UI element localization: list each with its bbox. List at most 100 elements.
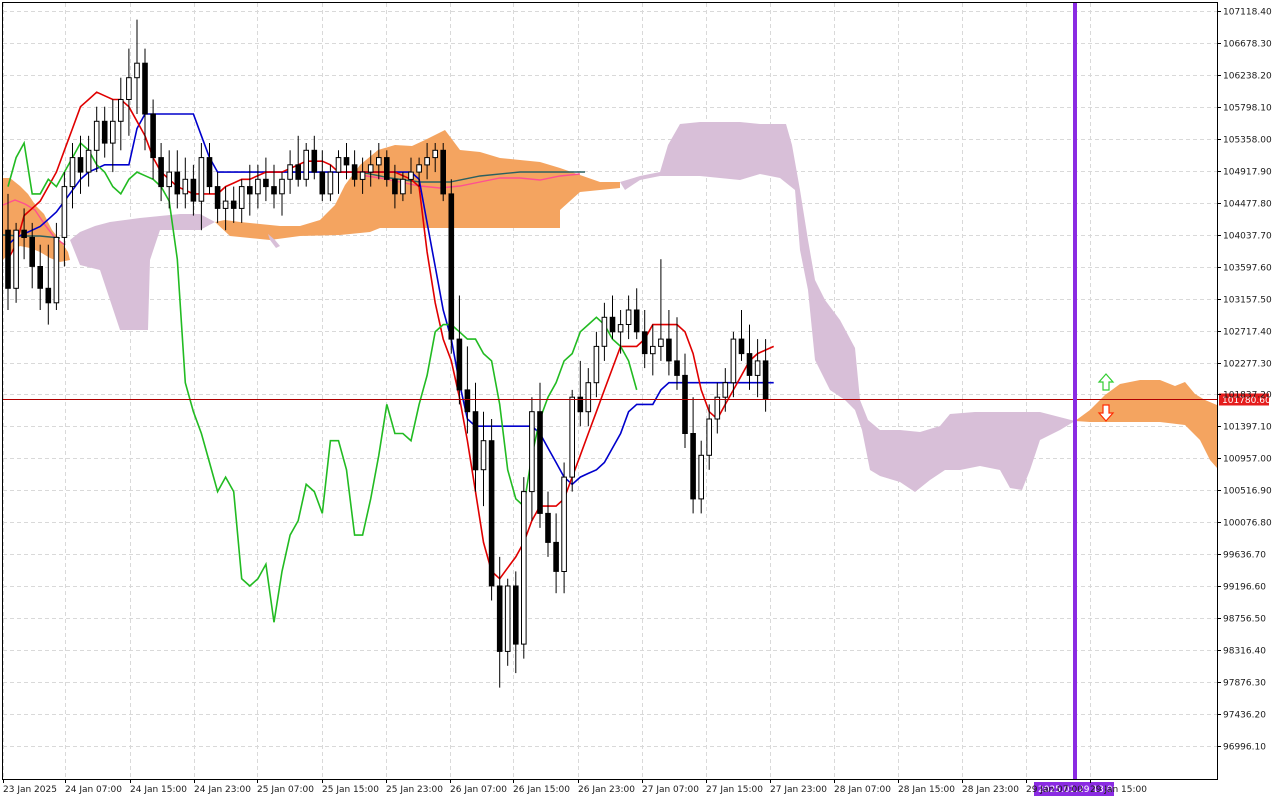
y-tick-label: 100957.00 [1223, 455, 1272, 465]
candle-body-bear [21, 229, 27, 238]
y-tick-label: 99636.70 [1223, 551, 1266, 561]
y-tick-label: 98316.40 [1223, 647, 1266, 657]
ichimoku-chart: 101780.602025.01.29 13:00 96996.1097436.… [0, 0, 1280, 800]
candle-body-bull [504, 585, 511, 652]
candle-body-bull [480, 440, 487, 471]
x-tick-label: 26 Jan 07:00 [450, 785, 507, 795]
candle-body-bear [174, 171, 181, 195]
x-tick-label: 27 Jan 15:00 [706, 785, 763, 795]
candle-body-bear [37, 266, 44, 289]
candle-body-bull [255, 178, 261, 195]
y-tick-label: 101837.20 [1223, 391, 1272, 401]
candle-body-bull [335, 157, 342, 173]
x-tick-label: 25 Jan 23:00 [386, 785, 443, 795]
y-tick-label: 97876.30 [1223, 679, 1266, 689]
candle-body-bear [214, 186, 221, 209]
candle [488, 419, 495, 601]
candle-body-bear [263, 178, 269, 188]
candle-body-bull [327, 171, 334, 195]
candle-body-bear [343, 157, 350, 166]
y-tick-label: 102717.40 [1223, 328, 1272, 338]
y-tick-label: 96996.10 [1223, 743, 1266, 753]
candle-body-bear [674, 360, 680, 376]
candle-body-bull [53, 236, 60, 304]
candle-body-bull [13, 229, 19, 289]
candle-body-bear [641, 331, 648, 355]
candle-body-bull [730, 338, 737, 384]
candle-body-bear [682, 374, 688, 434]
x-tick-label: 26 Jan 23:00 [578, 785, 635, 795]
candle-body-bear [384, 157, 390, 180]
y-tick-label: 100516.90 [1223, 487, 1272, 497]
y-tick-label: 104037.70 [1223, 232, 1272, 242]
y-tick-label: 97436.20 [1223, 711, 1266, 721]
x-tick-label: 24 Jan 15:00 [130, 785, 187, 795]
candle-body-bear [762, 360, 769, 400]
candle-body-bull [416, 164, 422, 173]
candle-body-bear [440, 149, 446, 195]
candle-body-bull [166, 171, 172, 188]
candle-body-bear [545, 512, 551, 543]
candle-body-bull [432, 149, 438, 159]
x-tick-label: 28 Jan 23:00 [962, 785, 1019, 795]
candle-body-bear [271, 186, 277, 195]
candle-body-bull [561, 476, 567, 573]
candle-body-bull [110, 120, 116, 144]
candle-body-bull [303, 149, 309, 180]
candle-body-bear [666, 338, 672, 362]
candle-body-bull [376, 157, 382, 166]
candle-body-bear [496, 585, 503, 652]
y-tick-label: 104477.80 [1223, 200, 1272, 210]
candle-body-bull [617, 324, 624, 333]
candle-body-bear [247, 186, 253, 195]
candle-body-bear [142, 62, 148, 115]
y-tick-label: 100076.80 [1223, 519, 1272, 529]
candle-body-bull [698, 454, 705, 500]
candle-body-bear [150, 113, 156, 159]
candle-body-bull [521, 491, 527, 645]
candle-body-bear [311, 149, 318, 173]
candle-body-bull [658, 338, 664, 347]
candle-body-bear [738, 338, 745, 355]
candle [521, 477, 527, 659]
y-tick-label: 103157.50 [1223, 296, 1272, 306]
candle-body-bull [182, 178, 189, 195]
candle-body-bull [650, 345, 656, 355]
candle [569, 389, 576, 492]
candle-body-bear [690, 433, 696, 500]
candle-body-bear [206, 157, 213, 188]
candle-body-bull [85, 149, 92, 173]
candle-body-bull [714, 396, 721, 420]
y-tick-label: 105798.10 [1223, 104, 1272, 114]
candle-body-bull [134, 62, 140, 79]
x-tick-label: 24 Jan 23:00 [194, 785, 251, 795]
y-tick-label: 98756.50 [1223, 615, 1266, 625]
candle-body-bear [472, 411, 479, 471]
candle-body-bear [609, 316, 616, 333]
candle-body-bull [93, 120, 100, 151]
candle-body-bull [585, 382, 592, 413]
candle-body-bull [529, 411, 535, 493]
y-tick-label: 104917.90 [1223, 168, 1272, 178]
candle-body-bear [456, 338, 463, 391]
candle-body-bull [408, 171, 414, 180]
candle-body-bear [319, 171, 326, 195]
candle-body-bull [601, 316, 608, 347]
candle-body-bull [69, 157, 76, 188]
candle-body-bear [295, 164, 301, 180]
candle-body-bear [45, 287, 52, 304]
candle-body-bear [392, 178, 398, 195]
candle-body-bull [287, 164, 293, 180]
candle-body-bear [77, 157, 84, 173]
candle-body-bear [464, 389, 471, 413]
candle-body-bull [569, 396, 576, 478]
y-tick-label: 102277.30 [1223, 360, 1272, 370]
candle-body-bull [198, 157, 205, 202]
candle-body-bull [238, 186, 245, 209]
candle-body-bull [625, 309, 632, 325]
candle-body-bear [448, 193, 455, 340]
candle-body-bear [633, 309, 640, 333]
candle-body-bull [279, 178, 285, 195]
x-tick-label: 29 Jan 15:00 [1090, 785, 1147, 795]
y-tick-label: 105358.00 [1223, 136, 1272, 146]
